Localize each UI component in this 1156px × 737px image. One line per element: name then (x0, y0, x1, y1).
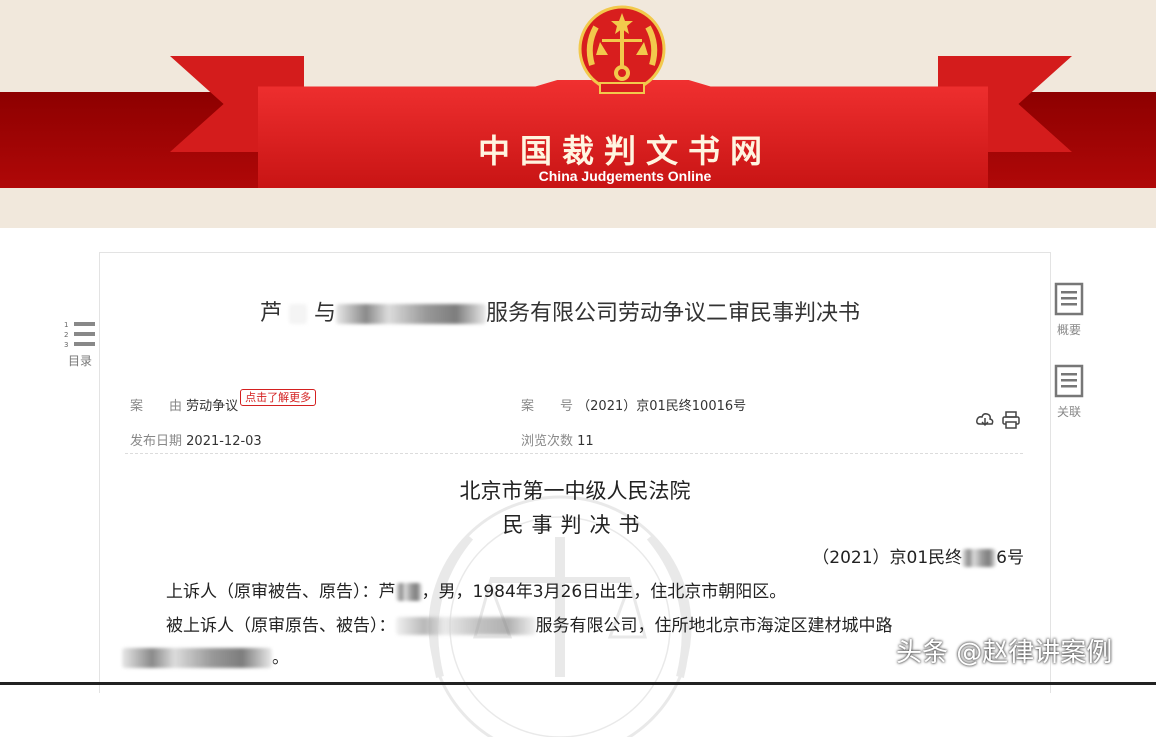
summary-label: 概要 (1056, 323, 1081, 337)
cause-key: 案 由 (130, 399, 183, 414)
appellee-rest: 服务有限公司，住所地北京市海淀区建材城中路 (535, 616, 893, 636)
summary-doc-icon (1054, 282, 1084, 316)
site-name-en: China Judgements Online (538, 168, 712, 184)
learn-more-link[interactable]: 点击了解更多 (240, 389, 317, 406)
appellant-text: 上诉人（原审被告、原告）：芦 (166, 582, 396, 602)
redaction (289, 304, 308, 324)
case-line-suffix: 6号 (996, 548, 1024, 568)
svg-text:1: 1 (64, 321, 68, 329)
views-row: 浏览次数 11 (521, 430, 594, 449)
case-line-prefix: （2021）京01民终 (812, 548, 963, 568)
appellant-rest: ，男，1984年3月26日出生，住北京市朝阳区。 (421, 582, 787, 602)
publish-date-row: 发布日期 2021-12-03 (130, 430, 262, 449)
case-number-value: （2021）京01民终10016号 (577, 399, 747, 414)
source-credit: 头条 @赵律讲案例 (896, 638, 1113, 668)
case-number-row: 案 号 （2021）京01民终10016号 (521, 395, 746, 414)
cause-row: 案 由 劳动争议点击了解更多 (130, 389, 317, 414)
related-label: 关联 (1056, 405, 1081, 419)
toc-label: 目录 (67, 354, 92, 368)
appellee-paragraph: 被上诉人（原审原告、被告）： 服务有限公司，住所地北京市海淀区建材城中路 (166, 611, 893, 636)
judgement-document: 芦 与 服务有限公司劳动争议二审民事判决书 案 由 劳动争议点击了解更多 案 号 … (99, 252, 1051, 737)
publish-date-key: 发布日期 (130, 434, 183, 449)
views-value: 11 (577, 434, 594, 449)
case-number-line: （2021）京01民终 6号 (812, 543, 1024, 568)
views-key: 浏览次数 (521, 434, 574, 449)
appellant-paragraph: 上诉人（原审被告、原告）：芦 ，男，1984年3月26日出生，住北京市朝阳区。 (166, 577, 786, 602)
appellee-text: 被上诉人（原审原告、被告）： (166, 616, 396, 636)
cause-value: 劳动争议 (186, 399, 239, 414)
court-name: 北京市第一中级人民法院 (459, 479, 691, 503)
redaction (395, 583, 422, 601)
title-rest: 服务有限公司劳动争议二审民事判决书 (486, 301, 861, 326)
related-button[interactable]: 关联 (1050, 364, 1088, 420)
meta-divider (125, 453, 1023, 454)
publish-date-value: 2021-12-03 (186, 434, 262, 449)
document-title: 芦 与 服务有限公司劳动争议二审民事判决书 (260, 295, 900, 327)
site-banner: 中国裁判文书网 China Judgements Online (0, 0, 1156, 228)
redaction (962, 549, 997, 567)
title-connector: 与 (314, 301, 337, 326)
svg-text:3: 3 (64, 341, 68, 349)
document-type: 民事判决书 (502, 513, 648, 537)
title-party-1: 芦 (260, 301, 283, 326)
address-continuation: 。 (122, 643, 289, 668)
related-doc-icon (1054, 364, 1084, 398)
svg-text:2: 2 (64, 331, 68, 339)
summary-button[interactable]: 概要 (1050, 282, 1088, 338)
redaction (122, 648, 272, 668)
case-number-key: 案 号 (521, 399, 574, 414)
site-name: 中国裁判文书网 (477, 132, 772, 170)
toc-button[interactable]: 1 2 3 目录 (58, 320, 102, 369)
redaction (395, 617, 536, 635)
redaction (336, 304, 487, 324)
download-icon[interactable] (976, 411, 994, 429)
court-emblem-icon (578, 5, 666, 94)
print-icon[interactable] (1002, 411, 1020, 429)
numbered-list-icon: 1 2 3 (64, 321, 95, 349)
address-end: 。 (272, 648, 289, 668)
